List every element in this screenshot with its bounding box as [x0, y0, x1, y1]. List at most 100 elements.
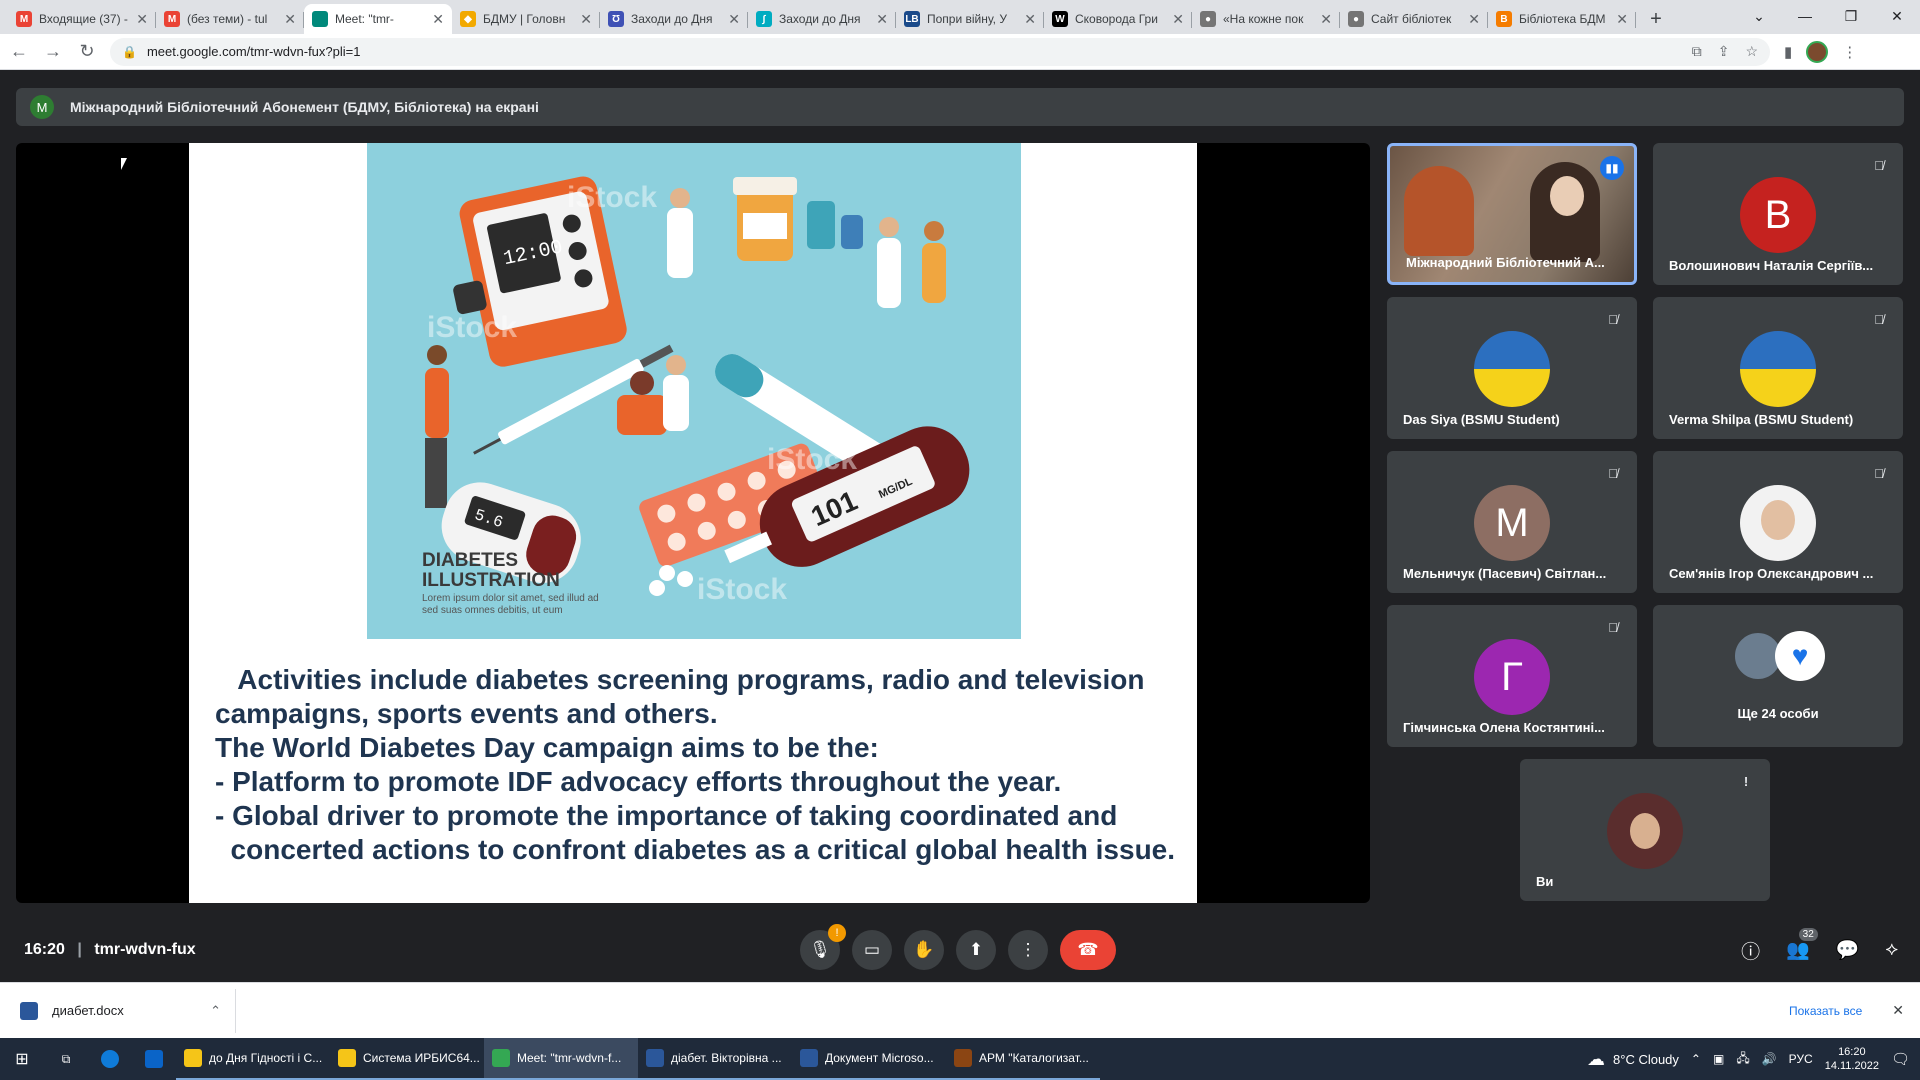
leave-call-button[interactable]: ☎ [1060, 930, 1116, 970]
system-clock[interactable]: 16:20 14.11.2022 [1825, 1045, 1879, 1073]
camera-button[interactable]: ▭ [852, 930, 892, 970]
taskbar-app-label: діабет. Вікторівна ... [671, 1051, 782, 1065]
tray-chevron-icon[interactable]: ⌃ [1691, 1052, 1701, 1066]
minimize-button[interactable]: — [1782, 0, 1828, 32]
mic-muted-icon: 🎙̸ [1608, 465, 1618, 481]
profile-avatar[interactable] [1806, 40, 1829, 63]
browser-tab[interactable]: M Входящие (37) - ✕ [8, 4, 156, 34]
edge-button[interactable] [88, 1038, 132, 1080]
taskbar-app[interactable]: діабет. Вікторівна ... [638, 1038, 792, 1080]
menu-kebab-icon[interactable]: ⋮ [1842, 43, 1857, 61]
share-icon[interactable]: ⇪ [1718, 43, 1730, 60]
browser-tab[interactable]: ∫ Заходи до Дня ✕ [748, 4, 896, 34]
language-indicator[interactable]: РУС [1789, 1052, 1813, 1066]
participant-tile[interactable]: 🎙̸ Сем'янів Ігор Олександрович ... [1653, 451, 1903, 593]
participant-name: Волошинович Наталія Сергіїв... [1669, 258, 1874, 273]
taskbar-app[interactable]: Meet: "tmr-wdvn-f... [484, 1038, 638, 1080]
close-window-button[interactable]: ✕ [1874, 0, 1920, 32]
forward-button[interactable]: → [38, 37, 68, 67]
slide-line: Activities include diabetes screening pr… [215, 664, 1145, 695]
close-tab-icon[interactable]: ✕ [1468, 11, 1480, 28]
close-tab-icon[interactable]: ✕ [284, 11, 296, 28]
participant-name: Мельничук (Пасевич) Світлан... [1403, 566, 1607, 581]
app-icon [184, 1049, 202, 1067]
present-screen-button[interactable]: ⬆ [956, 930, 996, 970]
presentation-stage[interactable]: 12:00 5.6 101 MG/DL iStock iStock iStock… [16, 143, 1370, 903]
tab-title: Заходи до Дня [779, 12, 861, 26]
taskbar-app[interactable]: АРМ "Каталогизат... [946, 1038, 1100, 1080]
participant-tile[interactable]: ♥ Ще 24 особи [1653, 605, 1903, 747]
browser-tab[interactable]: Meet: "tmr- ✕ [304, 4, 452, 34]
tab-search-icon[interactable]: ⌄ [1736, 0, 1782, 32]
self-avatar-face [1630, 813, 1660, 849]
feather-icon: ∫ [756, 11, 772, 27]
browser-tab[interactable]: LB Попри війну, У ✕ [896, 4, 1044, 34]
participant-tile[interactable]: Г 🎙̸ Гімчинська Олена Костянтині... [1387, 605, 1637, 747]
meet-tray-icon[interactable]: ▣ [1713, 1052, 1724, 1066]
site-icon: Ʊ [608, 11, 624, 27]
meeting-code: tmr-wdvn-fux [94, 941, 196, 958]
people-button[interactable]: 👥 32 [1786, 928, 1818, 962]
show-all-link[interactable]: Показать все [1789, 1004, 1862, 1018]
participant-tile[interactable]: 🎙̸ Das Siya (BSMU Student) [1387, 297, 1637, 439]
close-tab-icon[interactable]: ✕ [1172, 11, 1184, 28]
participant-photo-avatar [1740, 485, 1816, 561]
mic-muted-icon: 🎙̸ [1608, 619, 1618, 635]
participant-tile[interactable]: ▮▮ Міжнародний Бібліотечний А... [1387, 143, 1637, 285]
taskbar-app[interactable]: Система ИРБИС64... [330, 1038, 484, 1080]
browser-tab[interactable]: W Сковорода Гри ✕ [1044, 4, 1192, 34]
chat-icon[interactable]: 💬 [1836, 938, 1860, 962]
browser-tab[interactable]: ◆ БДМУ | Головн ✕ [452, 4, 600, 34]
browser-tab[interactable]: Ʊ Заходи до Дня ✕ [600, 4, 748, 34]
side-panel-icon[interactable]: ▮ [1784, 43, 1792, 61]
close-tab-icon[interactable]: ✕ [1616, 11, 1628, 28]
mail-button[interactable] [132, 1038, 176, 1080]
new-tab-button[interactable]: + [1642, 5, 1670, 33]
address-bar[interactable]: 🔒 meet.google.com/tmr-wdvn-fux?pli=1 ⧉ ⇪… [110, 37, 1770, 66]
close-tab-icon[interactable]: ✕ [1024, 11, 1036, 28]
microphone-button[interactable]: 🎙 ! [800, 924, 846, 970]
volume-icon[interactable]: 🔊 [1762, 1052, 1777, 1066]
window-controls: ⌄ — ❐ ✕ [1736, 0, 1920, 32]
watermark: iStock [767, 443, 858, 476]
hand-icon: ✋ [913, 940, 935, 959]
close-tab-icon[interactable]: ✕ [728, 11, 740, 28]
chevron-up-icon[interactable]: ⌃ [210, 1003, 221, 1019]
app-icon [800, 1049, 818, 1067]
participant-tile[interactable]: 🎙̸ Verma Shilpa (BSMU Student) [1653, 297, 1903, 439]
back-button[interactable]: ← [4, 37, 34, 67]
close-tab-icon[interactable]: ✕ [876, 11, 888, 28]
participant-video-person [1404, 166, 1474, 256]
weather-widget[interactable]: ☁ 8°C Cloudy [1587, 1049, 1679, 1070]
translate-icon[interactable]: ⧉ [1692, 43, 1702, 60]
close-tab-icon[interactable]: ✕ [580, 11, 592, 28]
task-view-icon: ⧉ [61, 1051, 71, 1066]
browser-tab[interactable]: ● «На кожне пок ✕ [1192, 4, 1340, 34]
start-button[interactable]: ⊞ [0, 1038, 44, 1080]
self-tile[interactable]: ! Ви [1520, 759, 1770, 901]
more-options-button[interactable]: ⋮ [1008, 930, 1048, 970]
notifications-icon[interactable]: 🗨 [1891, 1050, 1910, 1068]
activities-icon[interactable]: ⟡ [1885, 939, 1898, 961]
caption-title-line: ILLUSTRATION [422, 570, 560, 591]
participant-tile[interactable]: М 🎙̸ Мельничук (Пасевич) Світлан... [1387, 451, 1637, 593]
download-item[interactable]: диабет.docx ⌃ [0, 988, 236, 1033]
close-tab-icon[interactable]: ✕ [432, 11, 444, 28]
browser-tab[interactable]: M (без теми) - tul ✕ [156, 4, 304, 34]
close-tab-icon[interactable]: ✕ [136, 11, 148, 28]
bookmark-star-icon[interactable]: ☆ [1745, 43, 1758, 60]
restore-button[interactable]: ❐ [1828, 0, 1874, 32]
meeting-details-icon[interactable]: ⓘ [1741, 937, 1760, 964]
taskbar-app[interactable]: до Дня Гідності і С... [176, 1038, 330, 1080]
close-download-shelf-icon[interactable]: ✕ [1892, 1002, 1904, 1019]
task-view-button[interactable]: ⧉ [44, 1038, 88, 1080]
slide-line: - Platform to promote IDF advocacy effor… [215, 766, 1062, 797]
raise-hand-button[interactable]: ✋ [904, 930, 944, 970]
taskbar-app[interactable]: Документ Microso... [792, 1038, 946, 1080]
participant-tile[interactable]: В 🎙̸ Волошинович Наталія Сергіїв... [1653, 143, 1903, 285]
close-tab-icon[interactable]: ✕ [1320, 11, 1332, 28]
browser-tab[interactable]: B Бібліотека БДМ ✕ [1488, 4, 1636, 34]
browser-tab[interactable]: ● Сайт бібліотек ✕ [1340, 4, 1488, 34]
network-icon[interactable]: 🖧 [1736, 1049, 1749, 1070]
reload-button[interactable]: ↻ [72, 37, 102, 67]
